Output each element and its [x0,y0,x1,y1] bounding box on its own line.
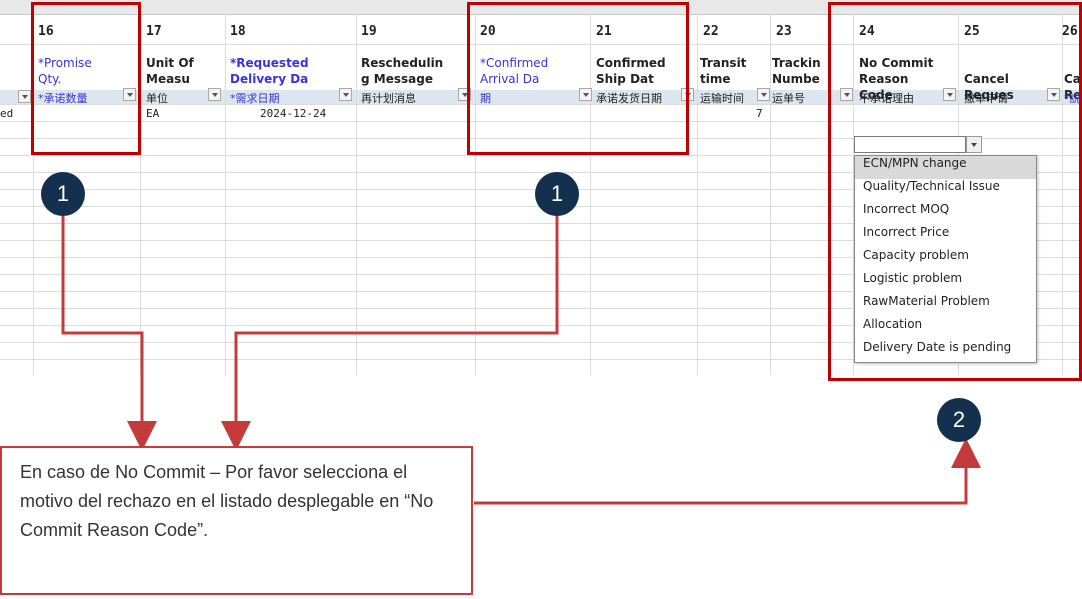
step-marker-2: 2 [937,398,981,442]
step-marker-1-right: 1 [535,172,579,216]
instruction-note: En caso de No Commit – Por favor selecci… [0,446,473,595]
step-marker-1-left: 1 [41,172,85,216]
